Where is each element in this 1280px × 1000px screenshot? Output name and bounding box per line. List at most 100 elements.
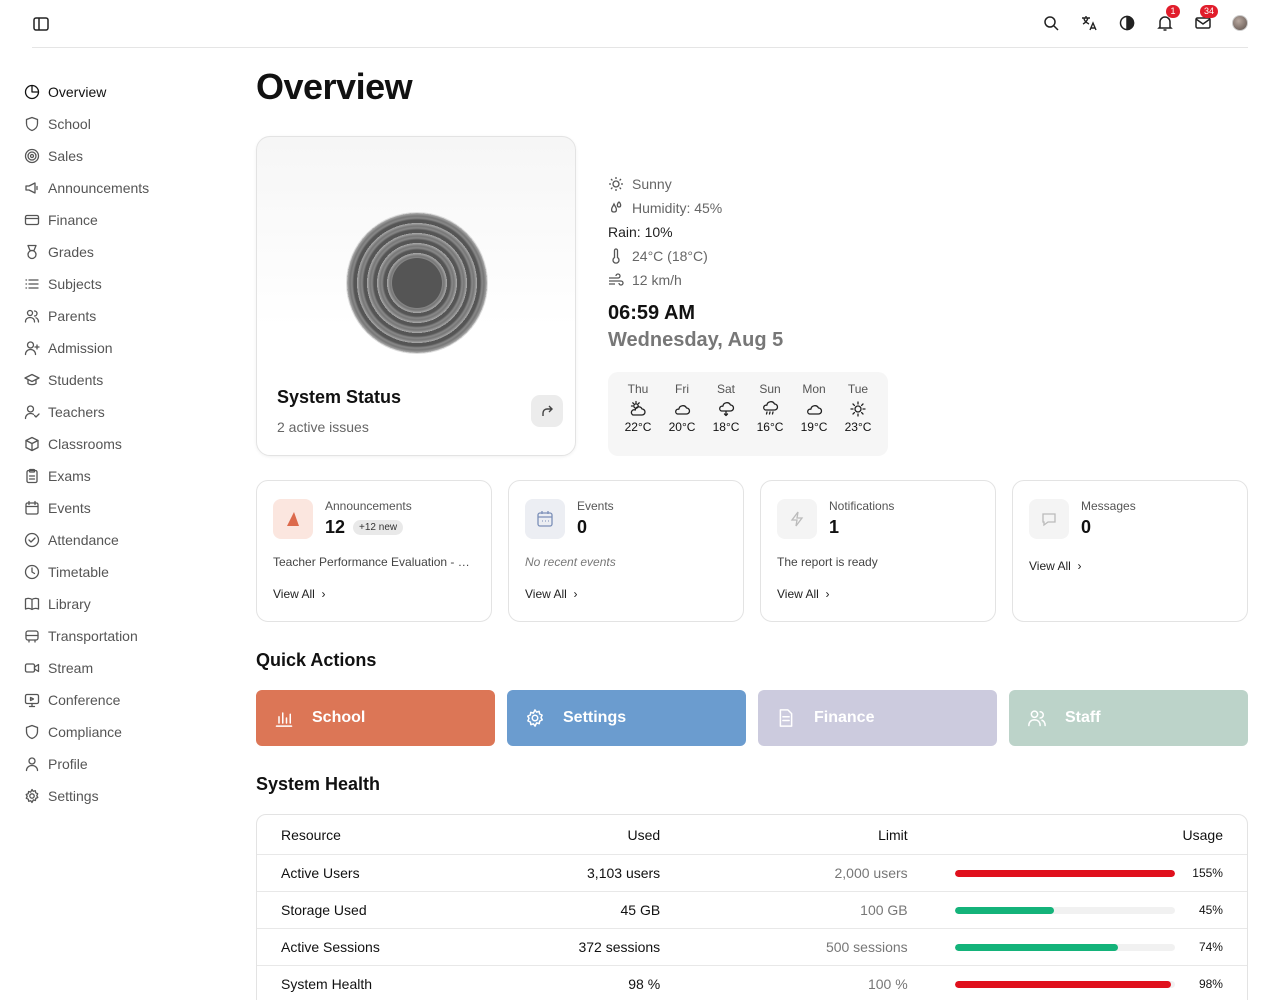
- sidebar: Overview School Sales Announcements Finance G…: [24, 76, 224, 812]
- status-share-button[interactable]: [531, 395, 563, 427]
- col-usage: Usage: [1182, 826, 1223, 843]
- stat-description: Teacher Performance Evaluation - Final R…: [273, 555, 475, 569]
- sidebar-item-label: Subjects: [48, 276, 102, 292]
- used-cell: 3,103 users: [587, 865, 661, 881]
- search-icon[interactable]: [1042, 14, 1060, 32]
- sidebar-item-events[interactable]: Events: [24, 492, 224, 524]
- usage-bar-fill: [954, 943, 1118, 951]
- forecast-temp: 19°C: [800, 420, 828, 434]
- usage-cell: 155%: [908, 866, 1247, 880]
- sidebar-item-stream[interactable]: Stream: [24, 652, 224, 684]
- quick-action-staff[interactable]: Staff: [1009, 690, 1248, 746]
- sidebar-item-label: Classrooms: [48, 436, 122, 452]
- box-icon: [25, 436, 39, 452]
- sidebar-item-school[interactable]: School: [24, 108, 224, 140]
- sidebar-item-compliance[interactable]: Compliance: [24, 716, 224, 748]
- sidebar-item-classrooms[interactable]: Classrooms: [24, 428, 224, 460]
- mail-icon[interactable]: 34: [1194, 5, 1218, 32]
- table-header: Resource Used Limit Usage: [257, 815, 1247, 855]
- stat-value: 12: [325, 517, 346, 537]
- view-all-link[interactable]: View All ›: [1029, 559, 1081, 573]
- calendar-icon: [525, 499, 565, 539]
- sidebar-item-exams[interactable]: Exams: [24, 460, 224, 492]
- sidebar-item-settings[interactable]: Settings: [24, 780, 224, 812]
- bell-icon[interactable]: 1: [1156, 5, 1180, 32]
- view-all-link[interactable]: View All ›: [525, 587, 577, 601]
- weather-condition: Sunny: [632, 176, 672, 192]
- quick-action-settings[interactable]: Settings: [507, 690, 746, 746]
- new-badge: +12 new: [353, 520, 404, 535]
- sidebar-item-parents[interactable]: Parents: [24, 300, 224, 332]
- bus-icon: [25, 630, 39, 643]
- sidebar-item-timetable[interactable]: Timetable: [24, 556, 224, 588]
- sidebar-item-transportation[interactable]: Transportation: [24, 620, 224, 652]
- top-bar: 1 34: [32, 0, 1248, 48]
- megaphone-icon: [25, 182, 38, 194]
- bar-chart-icon: [275, 712, 293, 727]
- wind-icon: [609, 273, 624, 286]
- quick-actions: School Settings Finance Staff: [256, 690, 1248, 746]
- sun-icon: [609, 177, 623, 191]
- system-health-table: Resource Used Limit Usage Active Users 3,…: [256, 814, 1248, 1000]
- sidebar-item-grades[interactable]: Grades: [24, 236, 224, 268]
- sidebar-item-label: Parents: [48, 308, 97, 324]
- current-date: Wednesday, Aug 5: [608, 329, 784, 351]
- system-health-title: System Health: [256, 774, 381, 794]
- notifications-badge: 1: [1166, 5, 1180, 18]
- sidebar-item-label: Events: [48, 500, 91, 516]
- credit-card-icon: [24, 214, 40, 226]
- message-icon: [1029, 499, 1069, 539]
- sidebar-toggle-icon[interactable]: [32, 15, 50, 33]
- table-row: Active Users 3,103 users 2,000 users 155%: [257, 855, 1247, 892]
- view-all-link[interactable]: View All ›: [777, 587, 829, 601]
- file-icon: [779, 709, 793, 727]
- sidebar-item-library[interactable]: Library: [24, 588, 224, 620]
- usage-percent: 45%: [1198, 903, 1223, 917]
- sidebar-item-subjects[interactable]: Subjects: [24, 268, 224, 300]
- resource-cell: System Health: [281, 976, 373, 992]
- avatar[interactable]: [1232, 15, 1248, 31]
- usage-percent: 74%: [1198, 940, 1223, 954]
- sidebar-item-label: Transportation: [48, 628, 138, 644]
- usage-bar: [954, 943, 1175, 951]
- quick-actions-title: Quick Actions: [256, 650, 377, 670]
- sidebar-item-sales[interactable]: Sales: [24, 140, 224, 172]
- cloud-drizzle-icon: [763, 401, 779, 415]
- sidebar-item-label: Students: [48, 372, 104, 388]
- sidebar-item-attendance[interactable]: Attendance: [24, 524, 224, 556]
- sidebar-item-students[interactable]: Students: [24, 364, 224, 396]
- sidebar-item-teachers[interactable]: Teachers: [24, 396, 224, 428]
- sidebar-item-admission[interactable]: Admission: [24, 332, 224, 364]
- weather-temperature: 24°C (18°C): [632, 248, 708, 264]
- resource-cell: Active Sessions: [281, 939, 380, 955]
- theme-toggle-icon[interactable]: [1118, 14, 1136, 32]
- video-icon: [24, 663, 40, 673]
- used-cell: 45 GB: [620, 902, 661, 918]
- view-all-link[interactable]: View All ›: [273, 587, 325, 601]
- sidebar-item-label: Stream: [48, 660, 94, 676]
- translate-icon[interactable]: [1080, 14, 1098, 32]
- sidebar-item-announcements[interactable]: Announcements: [24, 172, 224, 204]
- quick-action-school[interactable]: School: [256, 690, 495, 746]
- weather-wind: 12 km/h: [632, 272, 682, 288]
- quick-action-finance[interactable]: Finance: [758, 690, 997, 746]
- monitor-icon: [24, 693, 40, 708]
- sidebar-item-conference[interactable]: Conference: [24, 684, 224, 716]
- sidebar-item-finance[interactable]: Finance: [24, 204, 224, 236]
- usage-bar: [954, 906, 1175, 914]
- list-icon: [25, 279, 39, 289]
- used-cell: 98 %: [628, 976, 661, 992]
- quick-action-label: Finance: [814, 709, 875, 726]
- sidebar-item-label: Finance: [48, 212, 98, 228]
- sidebar-item-overview[interactable]: Overview: [24, 76, 224, 108]
- sidebar-item-label: Teachers: [48, 404, 105, 420]
- table-row: Active Sessions 372 sessions 500 sessions 7…: [257, 929, 1247, 966]
- weather-forecast: Thu 22°C Fri 20°C Sat 18°C Sun 16°C Mon 19°C Tue 23…: [608, 372, 888, 456]
- announcements-card: Announcements 12 +12 new Teacher Performa…: [256, 480, 492, 622]
- page-title: Overview: [256, 66, 413, 107]
- sidebar-item-label: Announcements: [48, 180, 150, 196]
- forecast-day-name: Sun: [759, 382, 781, 396]
- col-resource: Resource: [281, 826, 341, 843]
- sidebar-item-profile[interactable]: Profile: [24, 748, 224, 780]
- check-circle-icon: [24, 532, 40, 548]
